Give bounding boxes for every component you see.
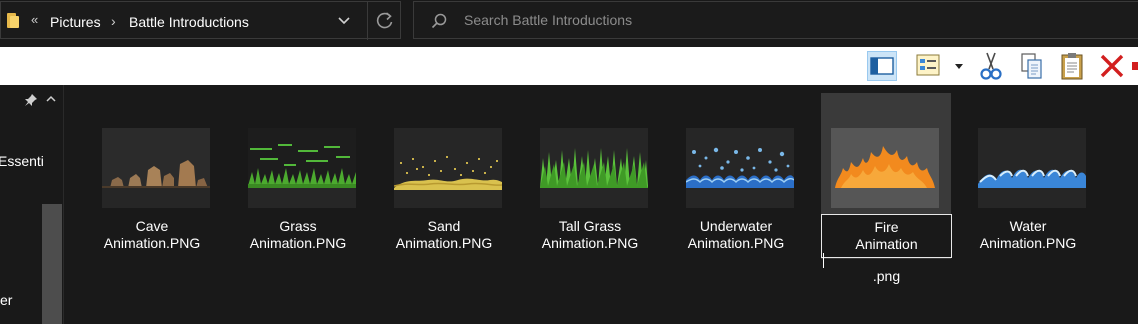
breadcrumb-battle-introductions[interactable]: Battle Introductions — [129, 14, 249, 30]
file-item-fire-animation[interactable]: Fire Animation .png — [821, 93, 952, 284]
thumbnail-tall-grass — [540, 128, 648, 208]
nav-item-folder[interactable]: er — [0, 292, 12, 308]
file-item-water-animation[interactable]: Water Animation.PNG — [963, 93, 1093, 259]
thumbnail-water — [978, 128, 1086, 208]
file-name: Grass Animation.PNG — [249, 218, 347, 251]
thumbnail-cave — [102, 128, 210, 208]
file-grid: Cave Animation.PNG Grass Animation.PNG S… — [65, 85, 1138, 324]
pin-icon[interactable] — [24, 93, 38, 107]
delete-button[interactable] — [1097, 51, 1127, 81]
nav-item-essentials[interactable]: Essenti — [0, 153, 44, 169]
thumbnail-underwater — [686, 128, 794, 208]
rename-text-field[interactable]: Fire Animation .png — [821, 214, 952, 284]
toolbar — [0, 47, 1138, 85]
address-bar[interactable]: « Pictures › Battle Introductions — [0, 1, 401, 40]
file-name-edit[interactable]: Fire Animation .png — [822, 219, 951, 285]
cut-button[interactable] — [976, 51, 1006, 81]
file-item-tall-grass-animation[interactable]: Tall Grass Animation.PNG — [525, 93, 655, 259]
file-item-sand-animation[interactable]: Sand Animation.PNG — [379, 93, 509, 259]
file-name: Water Animation.PNG — [979, 218, 1077, 251]
thumbnail-fire — [831, 128, 939, 208]
breadcrumb-overflow-icon[interactable]: « — [31, 12, 38, 27]
preview-pane-button[interactable] — [867, 51, 897, 81]
paste-button[interactable] — [1057, 51, 1087, 81]
copy-icon — [1021, 53, 1042, 79]
scissors-icon — [980, 52, 1002, 80]
file-name: Tall Grass Animation.PNG — [541, 218, 639, 251]
search-input[interactable] — [464, 2, 1124, 38]
search-icon — [430, 12, 448, 30]
layout-dropdown-chevron-down-icon[interactable] — [955, 64, 963, 69]
chevron-up-icon[interactable] — [45, 91, 57, 102]
panes-icon — [870, 57, 894, 75]
folder-icon — [7, 13, 19, 28]
address-row: « Pictures › Battle Introductions — [0, 0, 1138, 45]
nav-scrollbar-thumb[interactable] — [42, 204, 62, 324]
thumbnail-grass — [248, 128, 356, 208]
breadcrumb-chevron-icon[interactable]: › — [111, 13, 116, 29]
breadcrumb-pictures[interactable]: Pictures — [50, 14, 101, 30]
refresh-icon — [376, 12, 393, 29]
layout-icon — [916, 54, 940, 76]
delete-x-icon — [1100, 54, 1124, 78]
file-name: Sand Animation.PNG — [395, 218, 493, 251]
thumbnail-sand — [394, 128, 502, 208]
clipboard-icon — [1061, 53, 1083, 80]
file-name: Underwater Animation.PNG — [687, 218, 785, 251]
file-name: Cave Animation.PNG — [103, 218, 201, 251]
file-item-underwater-animation[interactable]: Underwater Animation.PNG — [671, 93, 801, 259]
copy-button[interactable] — [1017, 51, 1047, 81]
navigation-pane: Essenti er — [0, 85, 64, 324]
text-caret — [823, 253, 824, 268]
layout-button[interactable] — [914, 51, 944, 81]
rename-icon[interactable] — [1132, 62, 1138, 70]
search-box[interactable] — [413, 1, 1138, 39]
address-history-chevron-down-icon[interactable] — [331, 10, 357, 32]
file-item-cave-animation[interactable]: Cave Animation.PNG — [87, 93, 217, 259]
file-item-grass-animation[interactable]: Grass Animation.PNG — [233, 93, 363, 259]
refresh-button[interactable] — [367, 2, 401, 40]
